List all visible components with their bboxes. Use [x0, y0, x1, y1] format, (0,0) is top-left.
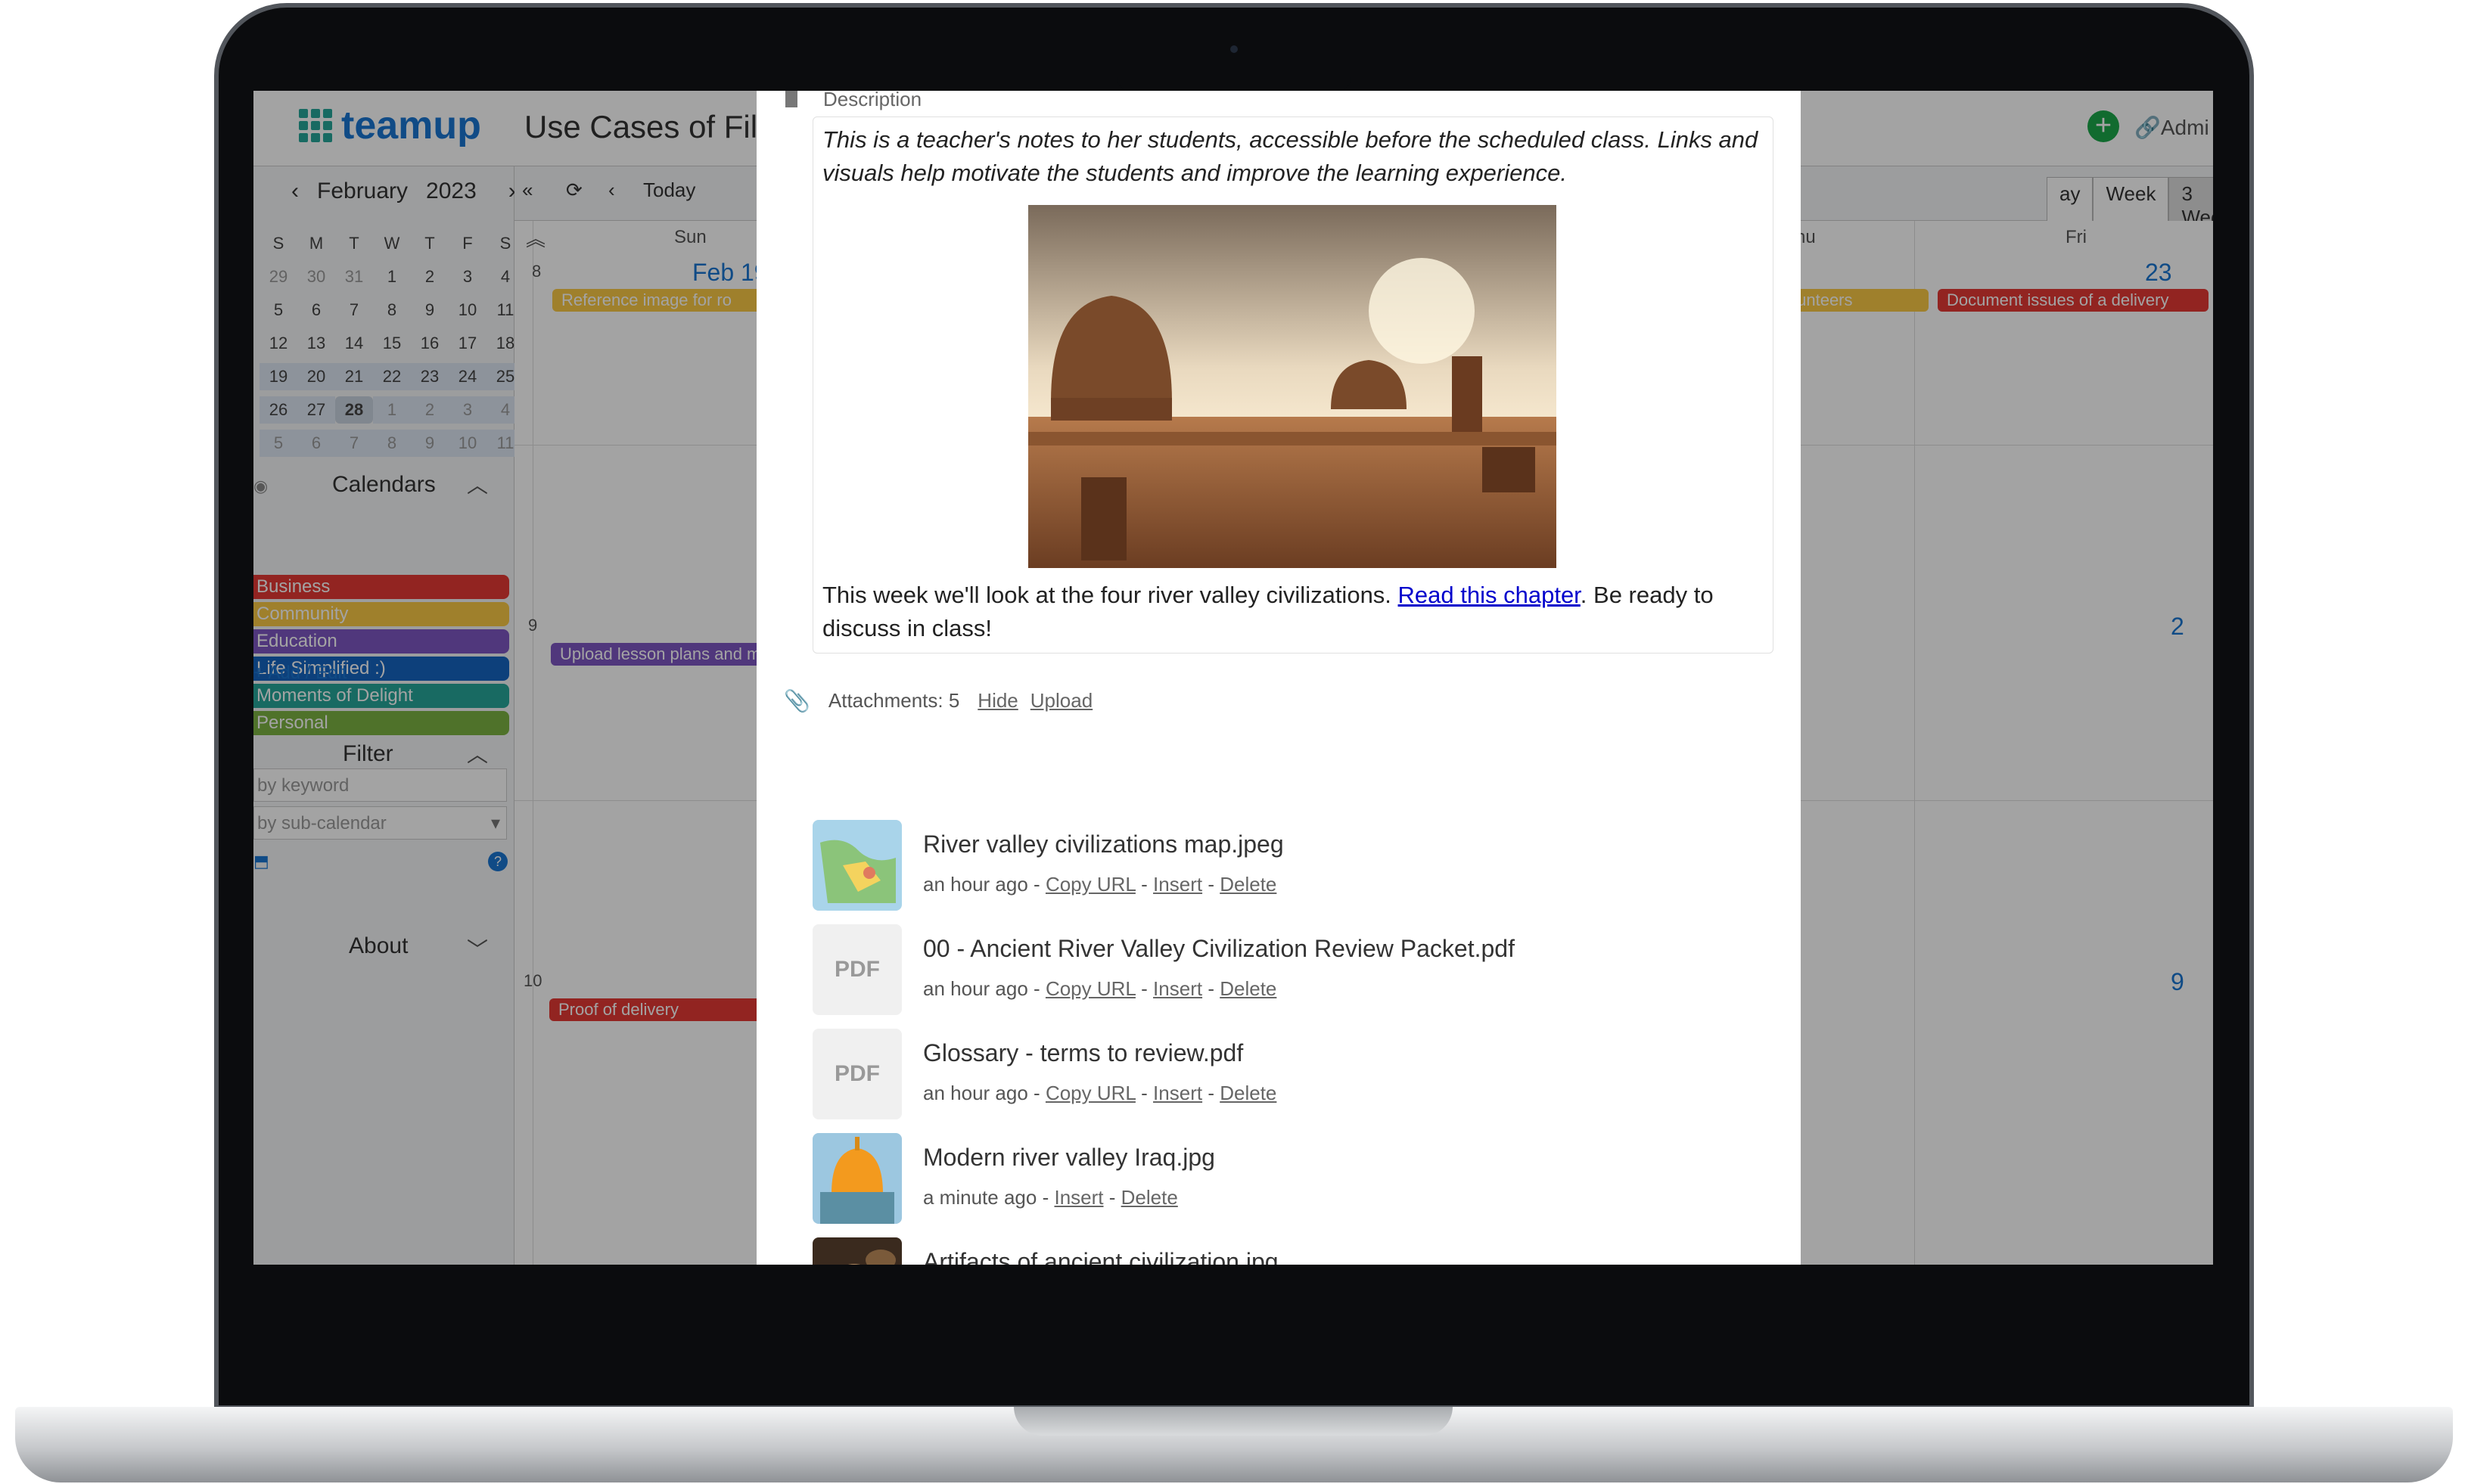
insert-link[interactable]: Insert	[1054, 1186, 1103, 1209]
attachments-count: Attachments: 5	[828, 689, 960, 712]
copy-url-link[interactable]: Copy URL	[1046, 1082, 1136, 1104]
separator: -	[1108, 1186, 1116, 1209]
webcam	[1230, 45, 1238, 53]
body-text-before: This week we'll look at the four river v…	[822, 582, 1398, 608]
separator: -	[1034, 873, 1040, 896]
separator: -	[1208, 977, 1214, 1000]
attachment-row: River valley civilizations map.jpeg an ho…	[813, 820, 1721, 912]
attachment-meta: an hour ago - Copy URL - Insert - Delete	[923, 873, 1276, 896]
attachment-name[interactable]: Modern river valley Iraq.jpg	[923, 1144, 1215, 1172]
description-label: Description	[823, 91, 922, 110]
attachment-thumbnail[interactable]	[813, 1133, 902, 1224]
attachment-name[interactable]: Glossary - terms to review.pdf	[923, 1039, 1243, 1067]
pdf-icon[interactable]: PDF	[813, 1029, 902, 1119]
pdf-icon[interactable]: PDF	[813, 924, 902, 1015]
screen: teamup Use Cases of File + 🔗Admi ‹ Febru…	[253, 91, 2213, 1265]
description-icon	[785, 91, 797, 107]
separator: -	[1141, 1082, 1148, 1104]
description-intro: This is a teacher's notes to her student…	[822, 126, 1758, 186]
read-chapter-link[interactable]: Read this chapter	[1398, 582, 1581, 608]
description-body: This week we'll look at the four river v…	[822, 579, 1768, 645]
separator: -	[1034, 1082, 1040, 1104]
attachment-thumbnail[interactable]	[813, 820, 902, 911]
separator: -	[1141, 977, 1148, 1000]
attachments-header: 📎 Attachments: 5 Hide Upload	[784, 688, 1093, 713]
event-modal: Description This is a teacher's notes to…	[757, 91, 1801, 1265]
paperclip-icon: 📎	[784, 689, 810, 713]
attachment-thumbnail[interactable]	[813, 1237, 902, 1265]
attachment-name[interactable]: Artifacts of ancient civilization.jpg	[923, 1248, 1279, 1265]
attachment-time: an hour ago	[923, 873, 1028, 896]
attachment-time: an hour ago	[923, 1082, 1028, 1104]
attachment-meta: a minute ago - Insert - Delete	[923, 1186, 1178, 1209]
mosque-photo	[1028, 205, 1556, 568]
insert-link[interactable]: Insert	[1153, 1082, 1202, 1104]
delete-link[interactable]: Delete	[1220, 1082, 1276, 1104]
separator: -	[1208, 873, 1214, 896]
copy-url-link[interactable]: Copy URL	[1046, 873, 1136, 896]
attachment-time: an hour ago	[923, 977, 1028, 1000]
attachment-time: a minute ago	[923, 1186, 1037, 1209]
insert-link[interactable]: Insert	[1153, 977, 1202, 1000]
separator: -	[1208, 1082, 1214, 1104]
separator: -	[1141, 873, 1148, 896]
attachment-meta: an hour ago - Copy URL - Insert - Delete	[923, 1082, 1276, 1105]
attachment-row: PDF Glossary - terms to review.pdf an hour…	[813, 1029, 1721, 1121]
attachment-row: Artifacts of ancient civilization.jpga m…	[813, 1237, 1721, 1265]
attachment-name[interactable]: 00 - Ancient River Valley Civilization R…	[923, 935, 1515, 963]
upload-attachment-link[interactable]: Upload	[1030, 689, 1093, 713]
attachment-meta: an hour ago - Copy URL - Insert - Delete	[923, 977, 1276, 1001]
description-box: This is a teacher's notes to her student…	[813, 116, 1773, 654]
copy-url-link[interactable]: Copy URL	[1046, 977, 1136, 1000]
hide-attachments-link[interactable]: Hide	[978, 689, 1018, 713]
attachment-row: PDF 00 - Ancient River Valley Civilizatio…	[813, 924, 1721, 1017]
attachment-row: Modern river valley Iraq.jpg a minute ago…	[813, 1133, 1721, 1225]
delete-link[interactable]: Delete	[1121, 1186, 1178, 1209]
attachment-name[interactable]: River valley civilizations map.jpeg	[923, 830, 1284, 858]
delete-link[interactable]: Delete	[1220, 977, 1276, 1000]
separator: -	[1042, 1186, 1049, 1209]
insert-link[interactable]: Insert	[1153, 873, 1202, 896]
laptop-lid-notch	[1014, 1407, 1453, 1436]
separator: -	[1034, 977, 1040, 1000]
delete-link[interactable]: Delete	[1220, 873, 1276, 896]
